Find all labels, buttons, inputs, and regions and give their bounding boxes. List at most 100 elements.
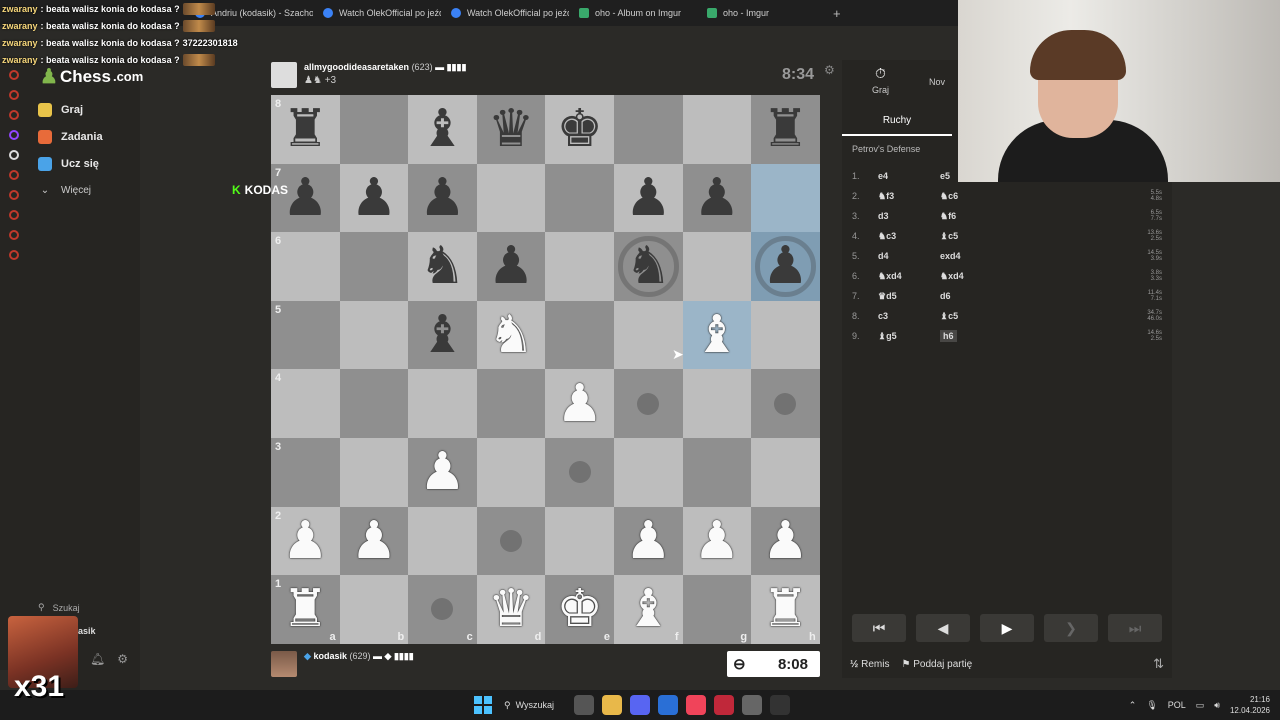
white-bishop-piece[interactable]: ♝ (694, 309, 741, 361)
square-h2[interactable]: ♟ (751, 506, 820, 576)
sidebar-search[interactable]: ⚲ Szukaj (38, 602, 80, 613)
board-settings-icon[interactable]: ⚙ (824, 63, 835, 77)
white-pawn-piece[interactable]: ♟ (351, 515, 398, 567)
square-d1[interactable]: d ♛ (476, 575, 546, 644)
white-pawn-piece[interactable]: ♟ (762, 515, 809, 567)
square-a2[interactable]: 2 ♟ (271, 506, 340, 576)
square-e6[interactable] (545, 232, 614, 301)
square-b5[interactable] (339, 300, 409, 370)
shortcut-icon[interactable] (9, 250, 19, 260)
black-move[interactable]: ♞f6 (940, 211, 1000, 222)
square-h1[interactable]: h ♜ (751, 575, 820, 644)
white-move[interactable]: d4 (878, 251, 940, 261)
language-indicator[interactable]: POL (1168, 700, 1186, 710)
square-h6[interactable]: ♟ (751, 232, 820, 301)
chevron-up-icon[interactable]: ⌃ (1129, 700, 1137, 711)
black-knight-piece[interactable]: ♞ (419, 240, 466, 292)
white-move[interactable]: ♝g5 (878, 331, 940, 342)
square-a7[interactable]: 7 ♟ (271, 163, 340, 233)
white-pawn-piece[interactable]: ♟ (694, 515, 741, 567)
black-move[interactable]: ♝c5 (940, 311, 1000, 322)
browser-tab[interactable]: Watch OlekOfficial po jeźd (441, 0, 569, 26)
white-move[interactable]: ♞xd4 (878, 271, 940, 282)
square-f1[interactable]: f ♝ (613, 575, 683, 644)
white-move[interactable]: d3 (878, 211, 940, 221)
black-move[interactable]: h6 (940, 330, 957, 342)
black-queen-piece[interactable]: ♛ (488, 103, 535, 155)
square-b8[interactable] (339, 95, 409, 164)
move-hint-dot[interactable] (774, 392, 797, 415)
square-e1[interactable]: e ♚ (545, 575, 614, 644)
square-g2[interactable]: ♟ (682, 506, 752, 576)
kick-app-icon[interactable] (770, 695, 790, 715)
square-c3[interactable]: ♟ (408, 437, 477, 507)
square-f4[interactable] (613, 369, 683, 438)
black-move[interactable]: ♝c5 (940, 231, 1000, 242)
previous-move-button[interactable]: ◀ (916, 614, 970, 642)
black-pawn-piece[interactable]: ♟ (351, 172, 398, 224)
browser-tab[interactable]: oho - Imgur (697, 0, 825, 26)
x-icon[interactable] (9, 150, 19, 160)
white-pawn-piece[interactable]: ♟ (625, 515, 672, 567)
square-h7[interactable] (751, 163, 820, 233)
square-b2[interactable]: ♟ (339, 506, 409, 576)
black-move[interactable]: ♞xd4 (940, 271, 1000, 282)
square-g7[interactable]: ♟ (682, 163, 752, 233)
white-move[interactable]: ♞c3 (878, 231, 940, 242)
square-a1[interactable]: 1 a ♜ (271, 575, 340, 644)
opera-gx-icon[interactable] (714, 695, 734, 715)
square-c4[interactable] (408, 369, 477, 438)
browser-tab[interactable]: oho - Album on Imgur (569, 0, 697, 26)
square-d2[interactable] (476, 506, 546, 576)
tab-play[interactable]: ⏱ Graj (872, 65, 889, 95)
white-rook-piece[interactable]: ♜ (762, 583, 809, 635)
square-g6[interactable] (682, 232, 752, 301)
tab-new[interactable]: Nov (929, 74, 945, 87)
discord-icon[interactable] (630, 695, 650, 715)
white-knight-piece[interactable]: ♞ (488, 309, 535, 361)
square-h3[interactable] (751, 437, 820, 507)
nav-item-more[interactable]: ⌄ Więcej (38, 177, 103, 204)
shortcut-icon[interactable] (9, 210, 19, 220)
square-c7[interactable]: ♟ (408, 163, 477, 233)
shortcut-icon[interactable] (9, 190, 19, 200)
black-move[interactable]: ♞c6 (940, 191, 1000, 202)
square-h8[interactable]: ♜ (751, 95, 820, 164)
black-move[interactable]: exd4 (940, 251, 1000, 261)
nav-item-play[interactable]: Graj (38, 96, 103, 123)
square-a8[interactable]: 8 ♜ (271, 95, 340, 164)
square-f8[interactable] (613, 95, 683, 164)
square-a3[interactable]: 3 (271, 437, 340, 507)
shortcut-icon[interactable] (9, 90, 19, 100)
square-d7[interactable] (476, 163, 546, 233)
square-g3[interactable] (682, 437, 752, 507)
black-pawn-piece[interactable]: ♟ (488, 240, 535, 292)
taskbar-clock[interactable]: 21:16 12.04.2026 (1230, 694, 1270, 716)
square-h4[interactable] (751, 369, 820, 438)
square-g4[interactable] (682, 369, 752, 438)
chess-board[interactable]: 8 ♜ ♝ ♛ ♚ ♜ 7 ♟ ♟ ♟ ♟ ♟ 6 ♞ ♟ ♞ ♟ 5 ♝ ♞ ♝ 4 ♟ 3 ♟ 2 ♟ ♟ ♟ ♟ ♟ 1 a ♜ b c d ♛ e ♚… (271, 95, 820, 644)
shortcut-icon[interactable] (9, 70, 19, 80)
black-rook-piece[interactable]: ♜ (762, 103, 809, 155)
square-g1[interactable]: g (682, 575, 752, 644)
white-move[interactable]: e4 (878, 171, 940, 181)
square-h5[interactable] (751, 300, 820, 370)
draw-button[interactable]: ½ Remis (850, 659, 889, 670)
square-d3[interactable] (476, 437, 546, 507)
square-b1[interactable]: b (339, 575, 409, 644)
square-c5[interactable]: ♝ (408, 300, 477, 370)
avatar[interactable] (271, 651, 297, 677)
square-d5[interactable]: ♞ (476, 300, 546, 370)
nav-item-puzzles[interactable]: Zadania (38, 123, 103, 150)
bell-icon[interactable]: 🔔︎ (90, 652, 105, 666)
move-hint-dot[interactable] (500, 529, 523, 552)
file-explorer-icon[interactable] (602, 695, 622, 715)
square-e8[interactable]: ♚ (545, 95, 614, 164)
square-a6[interactable]: 6 (271, 232, 340, 301)
black-pawn-piece[interactable]: ♟ (694, 172, 741, 224)
tab-moves[interactable]: Ruchy (842, 106, 952, 136)
self-name[interactable]: ◆ kodasik (629) ▬ ◆ ▮▮▮▮ (304, 651, 414, 662)
square-b6[interactable] (339, 232, 409, 301)
square-e3[interactable] (545, 437, 614, 507)
square-g8[interactable] (682, 95, 752, 164)
